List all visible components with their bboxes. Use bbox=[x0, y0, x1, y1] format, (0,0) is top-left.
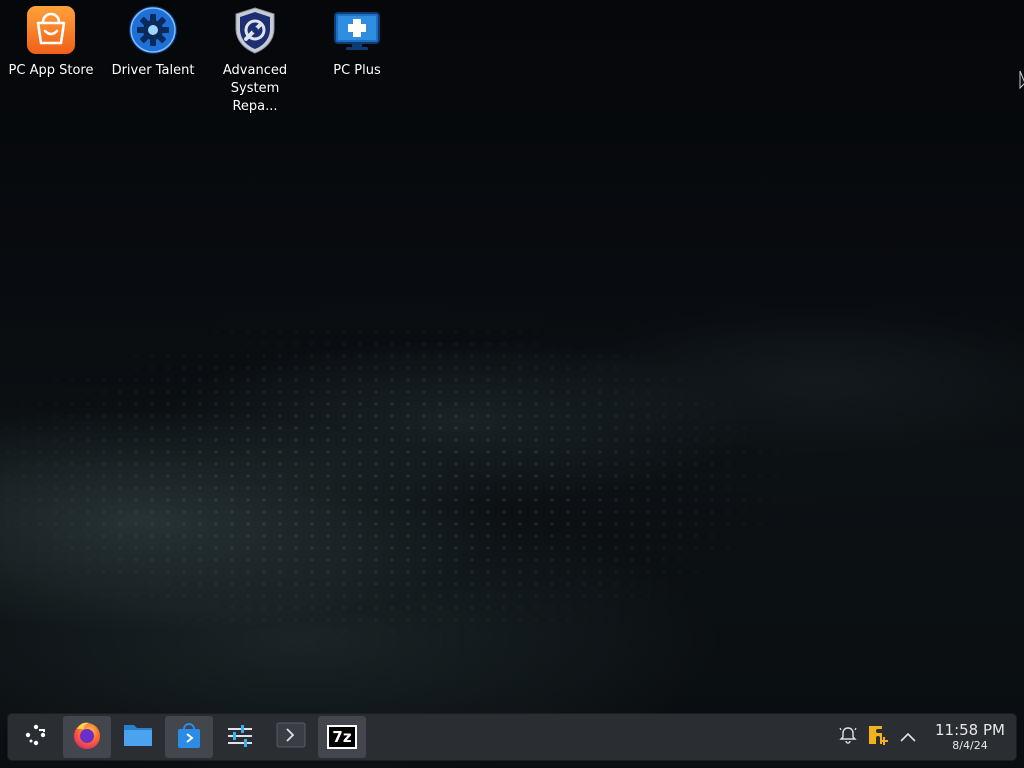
monitor-plus-icon bbox=[331, 4, 383, 56]
store-bag-icon bbox=[175, 720, 203, 754]
desktop-icon-label: Driver Talent bbox=[111, 63, 195, 78]
desktop-icon-label: Advanced System Repa... bbox=[222, 63, 288, 114]
updates-button[interactable] bbox=[864, 723, 892, 751]
show-hidden-icons-button[interactable] bbox=[894, 723, 922, 751]
gear-icon bbox=[127, 4, 179, 56]
desktop-icon-driver-talent[interactable]: Driver Talent bbox=[105, 4, 201, 80]
7zip-icon: 7z bbox=[327, 725, 357, 749]
system-tray: 11:58 PM 8/4/24 bbox=[834, 714, 1016, 760]
clock-time: 11:58 PM bbox=[935, 721, 1005, 739]
clock[interactable]: 11:58 PM 8/4/24 bbox=[930, 721, 1010, 753]
taskbar-app-launcher[interactable] bbox=[12, 716, 60, 758]
desktop-icon-pc-plus[interactable]: PC Plus bbox=[309, 4, 405, 80]
desktop-icon-advanced-system-repair[interactable]: Advanced System Repa... bbox=[207, 4, 303, 116]
firefox-icon bbox=[71, 719, 103, 755]
terminal-icon bbox=[276, 722, 306, 752]
clock-date: 8/4/24 bbox=[952, 739, 988, 752]
update-puzzle-icon bbox=[866, 723, 890, 751]
desktop-icon-label: PC App Store bbox=[8, 63, 94, 78]
desktop[interactable]: PC App Store Driver Talent Advanced Syst… bbox=[0, 0, 1024, 768]
taskbar-files[interactable] bbox=[114, 716, 162, 758]
taskbar: 7z 11:58 PM 8/4/24 bbox=[8, 714, 1016, 760]
taskbar-7zip[interactable]: 7z bbox=[318, 716, 366, 758]
taskbar-system-settings[interactable] bbox=[216, 716, 264, 758]
chevron-up-icon bbox=[899, 728, 917, 747]
wallpaper-dots bbox=[0, 230, 1024, 710]
mouse-cursor-icon bbox=[1019, 70, 1024, 94]
desktop-icon-pc-app-store[interactable]: PC App Store bbox=[3, 4, 99, 80]
shopping-bag-icon bbox=[25, 4, 77, 56]
taskbar-discover[interactable] bbox=[165, 716, 213, 758]
shield-wrench-icon bbox=[229, 4, 281, 56]
settings-sliders-icon bbox=[226, 723, 254, 751]
folder-icon bbox=[122, 721, 154, 753]
taskbar-terminal[interactable] bbox=[267, 716, 315, 758]
taskbar-firefox[interactable] bbox=[63, 716, 111, 758]
bell-icon bbox=[838, 725, 858, 749]
notifications-button[interactable] bbox=[834, 723, 862, 751]
desktop-icon-label: PC Plus bbox=[333, 63, 381, 78]
launcher-icon bbox=[23, 722, 49, 752]
